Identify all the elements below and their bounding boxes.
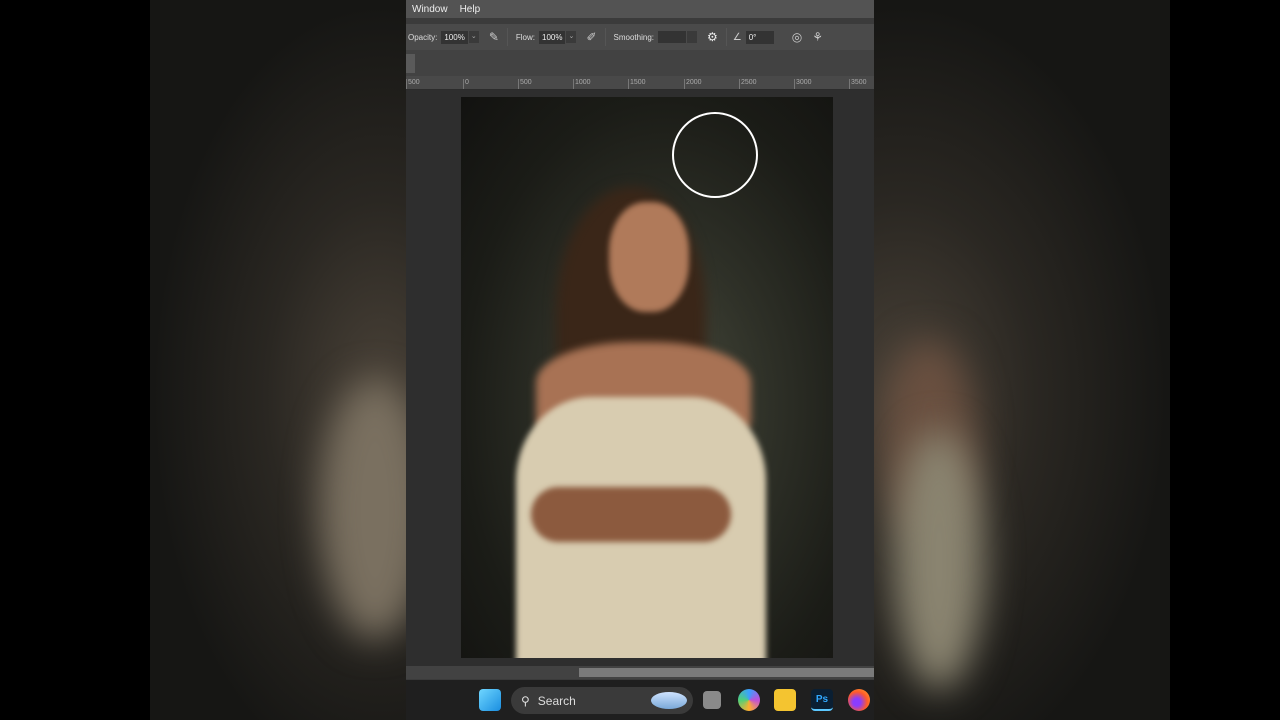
gear-icon[interactable]: ⚙ [707, 30, 718, 44]
copilot-icon[interactable] [738, 689, 760, 711]
ruler-tick: 3500 [849, 79, 867, 89]
menu-window[interactable]: Window [412, 4, 448, 15]
flow-label: Flow: [515, 32, 535, 42]
windows-taskbar: ⚲ Search Ps [406, 680, 874, 720]
horizontal-ruler: 500 0 500 1000 1500 2000 2500 3000 3500 [406, 76, 874, 90]
taskbar-search-box[interactable]: ⚲ Search [511, 687, 693, 714]
photoshop-taskbar-icon[interactable]: Ps [811, 689, 833, 711]
ruler-tick: 500 [518, 79, 532, 89]
search-icon: ⚲ [521, 693, 530, 708]
ruler-tick: 3000 [794, 79, 812, 89]
menu-bar: Window Help [406, 0, 874, 18]
search-highlight-icon [651, 692, 687, 709]
divider [604, 28, 606, 46]
ruler-tick: 2500 [739, 79, 757, 89]
scrollbar-thumb[interactable] [579, 668, 874, 677]
windows-start-icon[interactable] [479, 689, 501, 711]
divider [725, 28, 727, 46]
opacity-dropdown-icon[interactable]: ⌄ [468, 31, 479, 43]
smoothing-dropdown-icon[interactable] [687, 31, 697, 43]
airbrush-icon[interactable]: ✐ [586, 30, 596, 44]
horizontal-scrollbar[interactable] [406, 666, 874, 679]
blurred-background-right [874, 0, 1170, 720]
smoothing-input[interactable] [658, 31, 686, 43]
file-explorer-icon[interactable] [774, 689, 796, 711]
arms [531, 487, 731, 542]
divider [506, 28, 508, 46]
blurred-background-left [150, 0, 430, 720]
flow-input[interactable]: 100% [539, 30, 566, 44]
brush-cursor [672, 112, 758, 198]
angle-icon: ∠ [732, 31, 742, 43]
pressure-size-icon[interactable]: ◎ [792, 30, 802, 44]
panel-handle[interactable] [406, 54, 415, 73]
opacity-input[interactable]: 100% [441, 30, 468, 44]
document-tab-strip [406, 50, 874, 76]
face [609, 202, 689, 312]
task-view-icon[interactable] [703, 691, 721, 709]
flow-dropdown-icon[interactable]: ⌄ [566, 31, 577, 43]
photoshop-window: Window Help Opacity: 100% ⌄ ✎ Flow: 100%… [406, 0, 874, 720]
opacity-label: Opacity: [408, 32, 438, 42]
menu-help[interactable]: Help [460, 4, 481, 15]
search-placeholder: Search [537, 693, 576, 708]
canvas-area[interactable] [406, 90, 874, 666]
ruler-tick: 1000 [573, 79, 591, 89]
pressure-opacity-icon[interactable]: ✎ [489, 30, 499, 44]
ruler-tick: 1500 [628, 79, 646, 89]
smoothing-label: Smoothing: [613, 32, 654, 42]
portrait-photo[interactable] [461, 97, 833, 658]
angle-input[interactable]: 0° [745, 30, 774, 44]
options-bar: Opacity: 100% ⌄ ✎ Flow: 100% ⌄ ✐ Smoothi… [406, 24, 874, 50]
ruler-tick: 500 [406, 79, 420, 89]
ruler-tick: 2000 [684, 79, 702, 89]
firefox-icon[interactable] [848, 689, 870, 711]
symmetry-butterfly-icon[interactable]: ⚘ [812, 30, 823, 44]
ruler-tick: 0 [463, 79, 469, 89]
